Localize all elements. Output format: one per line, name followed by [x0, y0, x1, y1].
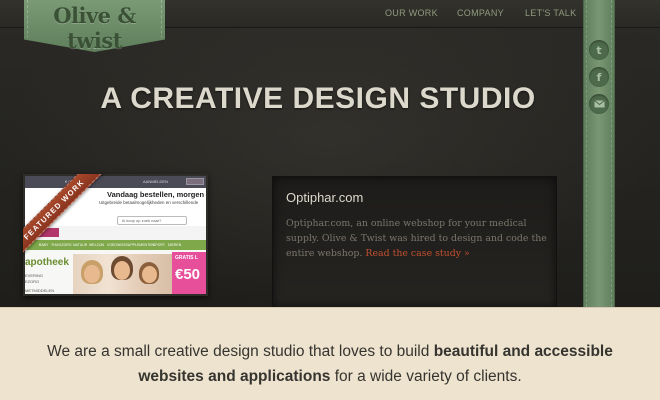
twitter-icon[interactable]: t	[589, 40, 609, 60]
featured-work-label: FEATURED WORK	[23, 177, 87, 242]
intro-text-start: We are a small creative design studio th…	[47, 343, 434, 360]
thumbnail-left-line: METMIDDELEN	[25, 288, 55, 293]
thumbnail-left-line: EZORG	[25, 279, 40, 284]
thumbnail-login: AANMELDEN	[143, 179, 168, 184]
thumbnail-account-button	[186, 178, 204, 185]
thumbnail-promo-line: GRATIS L	[175, 255, 198, 261]
featured-ribbon-wrap: FEATURED WORK	[23, 174, 113, 264]
thumbnail-search: Ik koop op zoek naar?	[117, 216, 187, 225]
thumbnail-promo-value: €50	[175, 266, 201, 283]
thumbnail-nav-item: DIEREN	[168, 243, 182, 247]
photo-face	[114, 261, 130, 280]
nav-our-work[interactable]: OUR WORK	[385, 8, 438, 18]
intro-text: We are a small creative design studio th…	[30, 339, 630, 389]
thumbnail-search-placeholder: Ik koop op zoek naar?	[122, 218, 162, 223]
thumbnail-nav-item: SPORT	[153, 243, 165, 247]
featured-work-ribbon: FEATURED WORK	[23, 174, 106, 261]
intro-text-end: for a wide variety of clients.	[330, 368, 522, 385]
photo-face	[142, 266, 157, 283]
main-nav: OUR WORK COMPANY LET'S TALK	[0, 8, 660, 22]
nav-company[interactable]: COMPANY	[457, 8, 504, 18]
thumbnail-headline: Vandaag bestellen, morgen	[107, 190, 205, 199]
nav-lets-talk[interactable]: LET'S TALK	[525, 8, 576, 18]
case-study-link[interactable]: Read the case study »	[365, 248, 469, 259]
photo-face	[84, 265, 100, 283]
case-description: Optiphar.com, an online webshop for your…	[286, 216, 548, 261]
thumbnail-promo: GRATIS L €50	[172, 252, 206, 294]
thumbnail-left-line: EVERING	[25, 273, 44, 278]
thumbnail-subline: Uitgebreide betaalmogelijkheden en versc…	[99, 200, 199, 205]
thumbnail-nav-item: VOEDINGSSUPPLEMENTEN	[107, 243, 155, 247]
page-headline: A CREATIVE DESIGN STUDIO	[100, 82, 536, 115]
case-title[interactable]: Optiphar.com	[286, 190, 363, 205]
